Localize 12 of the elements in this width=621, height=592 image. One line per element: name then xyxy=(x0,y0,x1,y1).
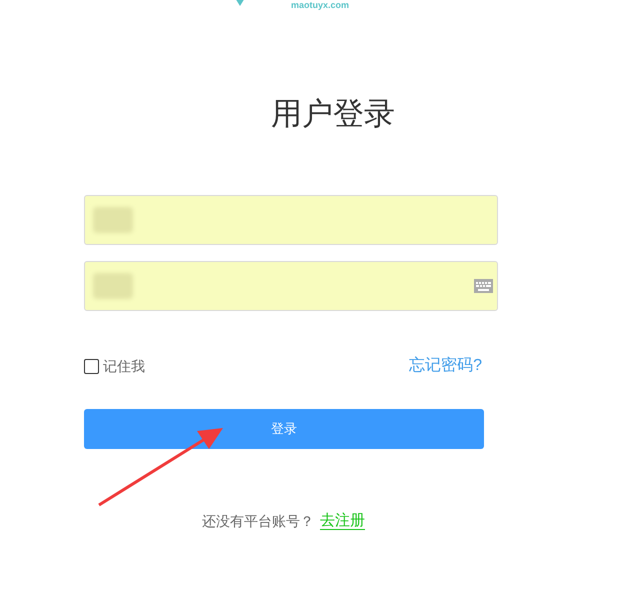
remember-label: 记住我 xyxy=(103,356,145,376)
forgot-password-link[interactable]: 忘记密码? xyxy=(409,354,482,378)
register-prompt: 还没有平台账号？ xyxy=(202,512,314,531)
logo-text: maotuyx.com xyxy=(291,1,350,10)
remember-checkbox[interactable] xyxy=(84,358,99,374)
password-field[interactable] xyxy=(84,261,498,311)
logo-icon xyxy=(235,0,245,6)
register-link[interactable]: 去注册 xyxy=(320,510,365,532)
username-field[interactable] xyxy=(84,195,498,245)
keyboard-icon xyxy=(474,279,493,293)
page-title: 用户登录 xyxy=(271,95,395,133)
login-button[interactable]: 登录 xyxy=(84,409,484,449)
